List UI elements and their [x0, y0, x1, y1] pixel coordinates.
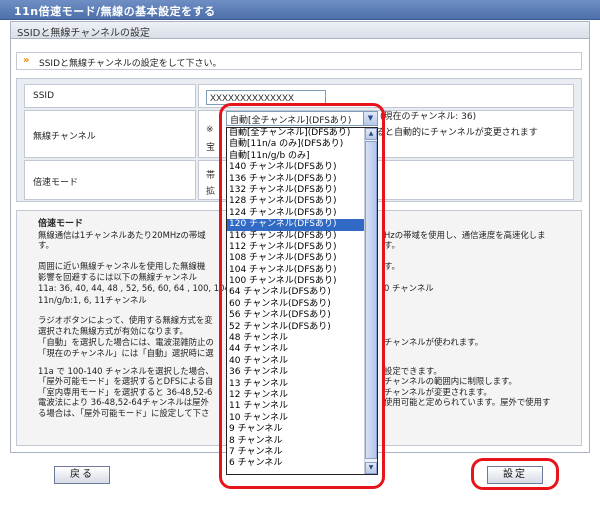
help-line-right: す。 [384, 261, 400, 271]
help-line-right: チャンネルが使われます。 [384, 337, 483, 347]
help-line: 11a で 100-140 チャンネルを選択した場合、 [38, 366, 214, 376]
help-line: 「現在のチャンネル」には「自動」選択時に選 [38, 348, 214, 358]
help-line: 選択された無線方式が有効になります。 [38, 326, 188, 336]
help-line: す。 [38, 240, 54, 250]
current-channel-button-partial[interactable]: 宝 [206, 140, 215, 153]
fast-mode-option-partial-1[interactable]: 帯 [206, 168, 215, 181]
current-channel-note: (現在のチャンネル: 36) [380, 112, 477, 122]
title-bar: 11n倍速モード/無線の基本設定をする [0, 0, 600, 20]
note-mark: ※ [206, 125, 214, 135]
instruction-text: SSIDと無線チャンネルの設定をして下さい。 [39, 59, 222, 69]
help-line-right: Hzの帯域を使用し、通信速度を高速化しま [384, 230, 546, 240]
highlight-outline-dropdown [219, 103, 385, 489]
help-line: 周囲に近い無線チャンネルを使用した無線機 [38, 261, 206, 271]
help-line: 「屋外可能モード」を選択するとDFSによる自 [38, 376, 214, 386]
help-line-right: チャンネルの範囲内に制限します。 [384, 376, 517, 386]
help-line-right: 設定できます。 [384, 366, 442, 376]
help-line-right: 使用可能と定められています。屋外で使用す [384, 397, 551, 407]
help-line: る場合は、「屋外可能モード」に設定して下さ [38, 408, 210, 418]
fast-mode-option-partial-2[interactable]: 拡 [206, 184, 215, 197]
help-line-right: す。 [384, 240, 400, 250]
help-line: 「室内専用モード」を選択すると 36-48,52-6 [38, 387, 213, 397]
channel-auto-note: ると自動的にチャンネルが変更されます [376, 128, 538, 138]
highlight-outline-set-button [471, 458, 559, 490]
channel-label: 無線チャンネル [33, 132, 96, 142]
help-line: ラジオボタンによって、使用する無線方式を変 [38, 315, 213, 325]
help-line: 「自動」を選択した場合には、電波混雑防止の [38, 337, 214, 347]
section-header-label: SSIDと無線チャンネルの設定 [17, 28, 151, 39]
help-line: 無線通信は1チャンネルあたり20MHzの帯域 [38, 230, 206, 240]
section-header: SSIDと無線チャンネルの設定 [10, 21, 590, 39]
fast-mode-label-cell: 倍速モード [24, 160, 196, 200]
fast-mode-label: 倍速モード [33, 178, 79, 188]
help-line: 影響を回避するには以下の無線チャンネル [38, 272, 197, 282]
help-line: 電波法により 36-48,52-64チャンネルは屋外 [38, 397, 209, 407]
help-line-right: チャンネルが変更されます。 [384, 387, 492, 397]
instruction-box: » SSIDと無線チャンネルの設定をして下さい。 [16, 52, 582, 70]
back-button[interactable]: 戻る [54, 466, 110, 484]
help-line: 11a: 36, 40, 44, 48 , 52, 56, 60, 64 , 1… [38, 283, 233, 293]
ssid-label: SSID [33, 91, 55, 101]
double-arrow-icon: » [23, 55, 30, 66]
ssid-label-cell: SSID [24, 84, 196, 108]
help-title: 倍速モード [38, 219, 84, 229]
help-line-right: 0 チャンネル [384, 283, 434, 293]
page-title: 11n倍速モード/無線の基本設定をする [14, 5, 216, 18]
channel-label-cell: 無線チャンネル [24, 110, 196, 158]
help-line: 11n/g/b:1, 6, 11チャンネル [38, 295, 147, 305]
